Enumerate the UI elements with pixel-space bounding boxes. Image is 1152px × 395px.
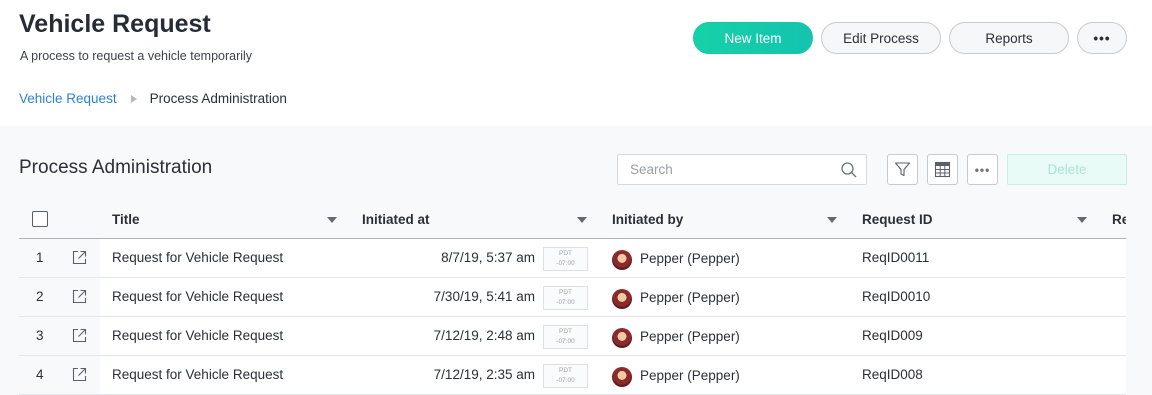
timezone-badge: PDT -07:00	[543, 286, 588, 310]
cell-title: Request for Vehicle Request	[112, 367, 284, 382]
cell-title: Request for Vehicle Request	[112, 328, 284, 343]
open-item-icon[interactable]	[72, 289, 87, 304]
delete-button[interactable]: Delete	[1007, 154, 1127, 185]
cell-initiated-by: Pepper (Pepper)	[640, 368, 740, 383]
avatar	[612, 367, 632, 387]
cell-title: Request for Vehicle Request	[112, 289, 284, 304]
timezone-offset: -07:00	[556, 260, 575, 267]
column-header-initiated-by[interactable]: Initiated by	[612, 212, 683, 227]
search-box	[617, 154, 867, 185]
cell-request-id: ReqID008	[862, 367, 923, 382]
timezone-offset: -07:00	[556, 299, 575, 306]
page-header: Vehicle Request A process to request a v…	[0, 0, 1152, 126]
cell-request-id: ReqID0010	[862, 289, 931, 304]
table-row[interactable]: 4 Request for Vehicle Request 7/12/19, 2…	[19, 356, 1126, 395]
timezone-name: PDT	[559, 250, 572, 257]
cell-initiated-at: 7/12/19, 2:48 am	[433, 328, 535, 343]
timezone-name: PDT	[559, 328, 572, 335]
column-initiated-at-caret-icon[interactable]	[577, 217, 587, 223]
more-actions-button[interactable]: •••	[1077, 22, 1127, 54]
search-input[interactable]	[618, 155, 828, 184]
timezone-offset: -07:00	[556, 377, 575, 384]
cell-request-id: ReqID0011	[862, 250, 930, 265]
breadcrumb-current: Process Administration	[149, 91, 287, 106]
row-number-cell: 3	[19, 317, 100, 355]
columns-icon	[934, 161, 951, 178]
table-row[interactable]: 2 Request for Vehicle Request 7/30/19, 5…	[19, 278, 1126, 317]
table-more-button[interactable]: •••	[967, 154, 998, 185]
column-header-initiated-at[interactable]: Initiated at	[362, 212, 430, 227]
breadcrumb-link-vehicle-request[interactable]: Vehicle Request	[19, 91, 117, 106]
timezone-badge: PDT -07:00	[543, 364, 588, 388]
reports-button[interactable]: Reports	[949, 22, 1069, 54]
page-subtitle: A process to request a vehicle temporari…	[20, 49, 253, 63]
cell-initiated-by: Pepper (Pepper)	[640, 329, 740, 344]
row-number-cell: 2	[19, 278, 100, 316]
timezone-name: PDT	[559, 289, 572, 296]
cell-initiated-at: 7/30/19, 5:41 am	[433, 289, 535, 304]
filter-button[interactable]	[887, 154, 918, 185]
timezone-offset: -07:00	[556, 338, 575, 345]
column-request-id-caret-icon[interactable]	[1077, 217, 1087, 223]
row-number: 4	[36, 367, 44, 382]
cell-initiated-by: Pepper (Pepper)	[640, 290, 740, 305]
timezone-badge: PDT -07:00	[543, 325, 588, 349]
table-header: Title Initiated at Initiated by Request …	[19, 202, 1126, 239]
row-number-cell: 1	[19, 239, 100, 277]
open-item-icon[interactable]	[72, 250, 87, 265]
cell-initiated-at: 8/7/19, 5:37 am	[441, 250, 535, 265]
row-number: 2	[36, 289, 44, 304]
select-all-checkbox[interactable]	[32, 211, 48, 227]
table-row[interactable]: 1 Request for Vehicle Request 8/7/19, 5:…	[19, 239, 1126, 278]
edit-process-button[interactable]: Edit Process	[821, 22, 941, 54]
column-header-title[interactable]: Title	[112, 212, 140, 227]
column-initiated-by-caret-icon[interactable]	[827, 217, 837, 223]
filter-icon	[894, 162, 911, 177]
avatar	[612, 328, 632, 348]
cell-title: Request for Vehicle Request	[112, 250, 284, 265]
open-item-icon[interactable]	[72, 367, 87, 382]
cell-initiated-at: 7/12/19, 2:35 am	[433, 367, 535, 382]
open-item-icon[interactable]	[72, 328, 87, 343]
column-title-caret-icon[interactable]	[327, 217, 337, 223]
row-number: 1	[36, 250, 44, 265]
process-administration-panel: Process Administration ••• Delete Title …	[0, 126, 1152, 395]
search-icon[interactable]	[840, 161, 858, 179]
row-number-cell: 4	[19, 356, 100, 394]
breadcrumb-separator-icon	[130, 94, 137, 103]
items-table: Title Initiated at Initiated by Request …	[19, 202, 1126, 395]
table-row[interactable]: 3 Request for Vehicle Request 7/12/19, 2…	[19, 317, 1126, 356]
page-title: Vehicle Request	[19, 10, 211, 38]
cell-request-id: ReqID009	[862, 328, 923, 343]
column-header-request-id[interactable]: Request ID	[862, 212, 933, 227]
timezone-badge: PDT -07:00	[543, 247, 588, 271]
panel-title: Process Administration	[19, 157, 213, 178]
row-number: 3	[36, 328, 44, 343]
avatar	[612, 250, 632, 270]
timezone-name: PDT	[559, 367, 572, 374]
avatar	[612, 289, 632, 309]
breadcrumb: Vehicle Request Process Administration	[19, 91, 287, 106]
columns-button[interactable]	[927, 154, 958, 185]
new-item-button[interactable]: New Item	[693, 22, 813, 54]
column-header-truncated[interactable]: Re	[1112, 212, 1126, 227]
cell-initiated-by: Pepper (Pepper)	[640, 251, 740, 266]
